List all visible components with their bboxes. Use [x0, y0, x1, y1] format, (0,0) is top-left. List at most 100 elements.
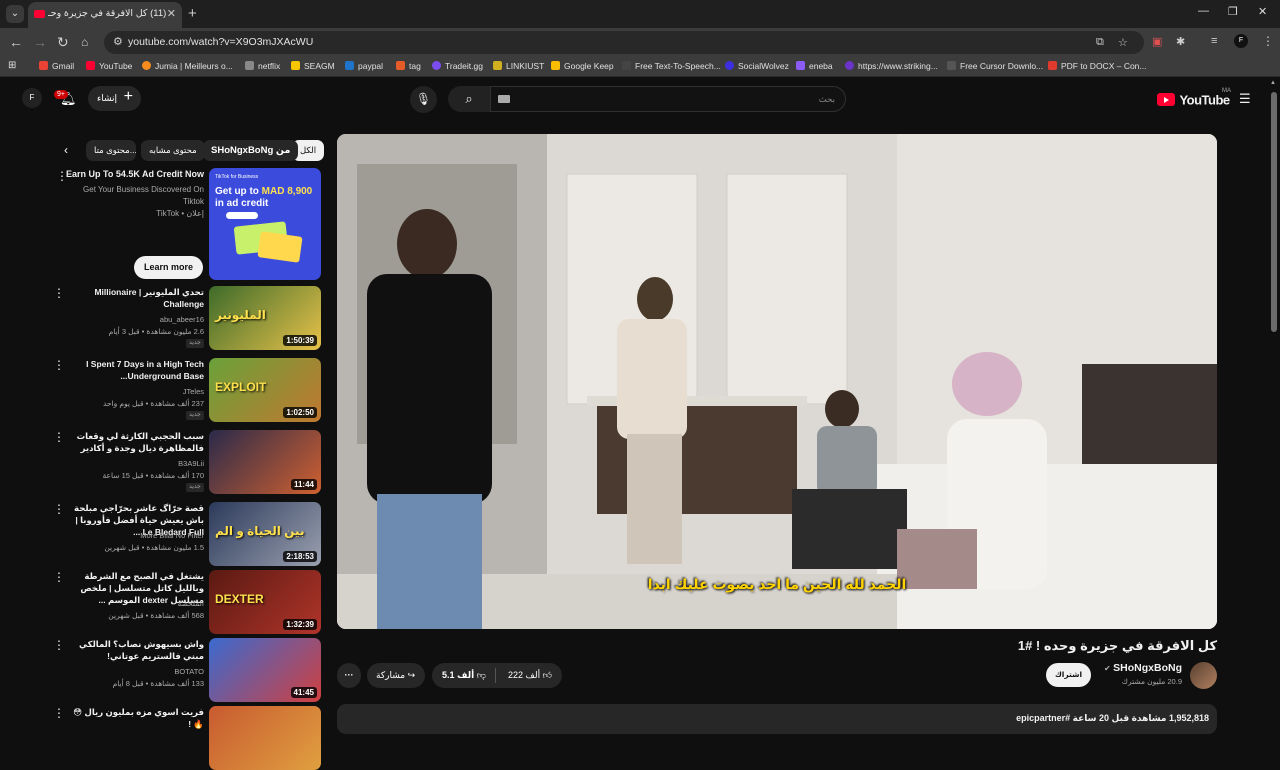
- rec-meta: 2.6 مليون مشاهدة • قبل 3 أيام: [108, 327, 204, 336]
- account-avatar[interactable]: F: [22, 88, 42, 108]
- rec-duration: 41:45: [290, 687, 317, 698]
- apps-grid-icon[interactable]: ⊞: [8, 60, 16, 71]
- home-icon[interactable]: ⌂: [81, 35, 88, 49]
- more-actions-button[interactable]: ···: [337, 663, 361, 688]
- search-button[interactable]: ⌕: [448, 86, 490, 112]
- tab-search-dropdown-icon[interactable]: ⌄: [6, 5, 24, 23]
- rec-title[interactable]: I Spent 7 Days in a High Tech Undergroun…: [66, 358, 204, 382]
- learn-more-button[interactable]: Learn more: [134, 256, 203, 279]
- rec-thumbnail[interactable]: 41:45: [209, 638, 321, 702]
- bookmark-tag[interactable]: tag: [396, 61, 421, 71]
- eneba-icon: [796, 61, 805, 70]
- thumbs-up-icon: 👍︎: [542, 670, 552, 680]
- bookmark-netflix[interactable]: netflix: [245, 61, 280, 71]
- browser-tab-active[interactable]: (11) كل الافرقة في جزيرة وحـ ✕: [28, 2, 182, 28]
- rec-thumbnail[interactable]: بين الحياة و الم 2:18:53: [209, 502, 321, 566]
- bookmark-google-keep[interactable]: Google Keep: [551, 61, 614, 71]
- chip-similar[interactable]: محتوى مشابه: [141, 140, 205, 161]
- page-scrollbar[interactable]: [1271, 92, 1277, 332]
- browser-menu-icon[interactable]: ⋮: [1262, 34, 1274, 48]
- chip-related[interactable]: محتوى متا...: [86, 140, 136, 161]
- bookmark-jumia[interactable]: Jumia | Meilleurs o...: [142, 61, 233, 71]
- close-window-button[interactable]: ✕: [1258, 5, 1267, 18]
- rec-channel[interactable]: More Bilal No Filter: [66, 530, 204, 541]
- rec-channel[interactable]: abu_abeer16: [66, 314, 204, 325]
- rec-thumbnail[interactable]: [209, 706, 321, 770]
- bookmark-paypal[interactable]: paypal: [345, 61, 383, 71]
- dislike-button[interactable]: 5.1 ألف 👎︎: [442, 663, 486, 688]
- bookmark-gmail[interactable]: Gmail: [39, 61, 74, 71]
- bookmark-tts[interactable]: Free Text-To-Speech...: [622, 61, 721, 71]
- rec-title[interactable]: فريت اسوي مزه بمليون ريال 😳🔥 !: [66, 706, 204, 730]
- rec-channel[interactable]: JTeles: [66, 386, 204, 397]
- bookmark-linkiust[interactable]: LINKIUST: [493, 61, 544, 71]
- site-info-icon[interactable]: ⚙: [113, 35, 123, 48]
- seagm-icon: [291, 61, 300, 70]
- keyboard-icon[interactable]: [498, 95, 510, 103]
- rec-channel[interactable]: BOTATO: [66, 666, 204, 677]
- bookmark-pdf-docx[interactable]: PDF to DOCX – Con...: [1048, 61, 1147, 71]
- profile-avatar-icon[interactable]: F: [1234, 34, 1248, 48]
- rec-thumbnail[interactable]: DEXTER 1:32:39: [209, 570, 321, 634]
- rec-more-options-icon[interactable]: ⋮: [53, 358, 65, 372]
- rec-more-options-icon[interactable]: ⋮: [53, 430, 65, 444]
- channel-avatar[interactable]: [1190, 662, 1217, 689]
- forward-arrow-icon[interactable]: →: [33, 34, 47, 50]
- youtube-logo[interactable]: YouTube MA: [1157, 88, 1231, 109]
- bookmark-eneba[interactable]: eneba: [796, 61, 833, 71]
- rec-title[interactable]: تحدي المليونير | Millionaire Challenge: [66, 286, 204, 310]
- ad-title[interactable]: Earn Up To 54.5K Ad Credit Now: [66, 169, 204, 179]
- minimize-button[interactable]: —: [1198, 5, 1209, 17]
- rec-more-options-icon[interactable]: ⋮: [53, 502, 65, 516]
- like-button[interactable]: 222 ألف 👍︎: [508, 663, 552, 688]
- rec-title[interactable]: واش بسيهوش نصاب؟ المالكي مبني فالستريم ع…: [66, 638, 204, 662]
- reading-list-icon[interactable]: ≡: [1211, 35, 1217, 47]
- rec-channel[interactable]: الملخصة: [66, 598, 204, 609]
- bookmark-seagm[interactable]: SEAGM: [291, 61, 335, 71]
- extensions-puzzle-icon[interactable]: ✱: [1176, 35, 1185, 48]
- chip-from-channel[interactable]: SHoNgxBoNg من: [203, 140, 299, 161]
- ad-thumbnail[interactable]: TikTok for Business Get up to MAD 8,900 …: [209, 168, 321, 280]
- country-code: MA: [1222, 88, 1231, 94]
- create-button[interactable]: إنشاء +: [88, 86, 141, 111]
- rec-more-options-icon[interactable]: ⋮: [53, 706, 65, 720]
- back-arrow-icon[interactable]: ←: [9, 34, 23, 50]
- extension-icon[interactable]: ▣: [1152, 35, 1162, 48]
- rec-duration: 1:32:39: [283, 619, 317, 630]
- cast-icon[interactable]: ⧉: [1096, 36, 1104, 49]
- bookmark-star-icon[interactable]: ☆: [1118, 36, 1128, 49]
- bookmark-cursor[interactable]: Free Cursor Downlo...: [947, 61, 1043, 71]
- maximize-button[interactable]: ❐: [1228, 5, 1238, 18]
- scroll-up-arrow-icon[interactable]: ▲: [1270, 80, 1276, 86]
- bookmark-youtube[interactable]: YouTube: [86, 61, 132, 71]
- share-button[interactable]: مشاركة ↪: [367, 663, 425, 688]
- description-box[interactable]: 1,952,818 مشاهدة قبل 20 ساعة #epicpartne…: [337, 704, 1217, 734]
- new-tab-button[interactable]: +: [188, 5, 197, 22]
- video-player[interactable]: الحمد لله الحين ما احد يصوت عليك ابدا: [337, 134, 1217, 629]
- youtube-play-icon: [1157, 93, 1175, 107]
- channel-name[interactable]: SHoNgxBoNg: [1113, 662, 1182, 674]
- rec-more-options-icon[interactable]: ⋮: [53, 638, 65, 652]
- bookmark-socialwolvez[interactable]: SocialWolvez: [725, 61, 789, 71]
- rec-channel[interactable]: B3A9Lii: [66, 458, 204, 469]
- ad-more-options-icon[interactable]: ⋮: [56, 169, 68, 183]
- rec-thumbnail[interactable]: EXPLOIT 1:02:50: [209, 358, 321, 422]
- ad-thumb-cta-shape: [226, 212, 258, 219]
- guide-menu-icon[interactable]: ☰: [1239, 91, 1251, 107]
- rec-title[interactable]: سبب الحجبي الكارثة لي وقعات فالمظاهرة دي…: [66, 430, 204, 454]
- rec-thumb-overlay-text: EXPLOIT: [215, 380, 267, 394]
- subscribe-button[interactable]: اشتراك: [1046, 663, 1091, 687]
- rec-thumbnail[interactable]: 11:44: [209, 430, 321, 494]
- tab-close-icon[interactable]: ✕: [167, 7, 176, 20]
- rec-more-options-icon[interactable]: ⋮: [53, 570, 65, 584]
- search-input[interactable]: بحث: [490, 86, 846, 112]
- rec-more-options-icon[interactable]: ⋮: [53, 286, 65, 300]
- bookmark-striking[interactable]: https://www.striking...: [845, 61, 938, 71]
- socialwolvez-icon: [725, 61, 734, 70]
- chevron-left-icon[interactable]: ‹: [64, 143, 68, 157]
- bookmark-tradeit[interactable]: Tradeit.gg: [432, 61, 483, 71]
- rec-thumbnail[interactable]: المليونير 1:50:39: [209, 286, 321, 350]
- reload-icon[interactable]: ↻: [57, 34, 69, 51]
- address-bar[interactable]: ⚙ youtube.com/watch?v=X9O3mJXAcWU ⧉ ☆: [104, 31, 1144, 54]
- voice-search-mic-icon[interactable]: 🎙︎: [410, 86, 437, 113]
